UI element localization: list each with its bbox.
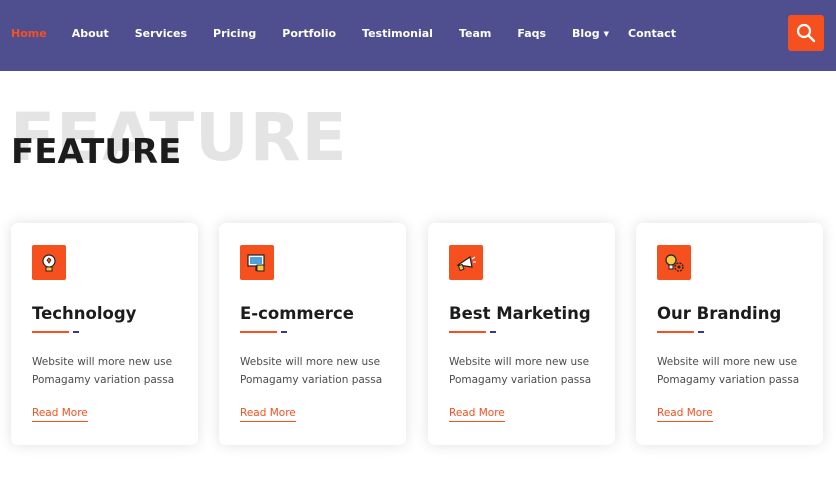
card-description-line: Website will more new use (32, 356, 173, 368)
nav-label: Team (458, 27, 492, 40)
card-description-line: Pomagamy variation passa (657, 374, 800, 386)
idea-bulb-icon (32, 245, 66, 280)
card-title: E-commerce (240, 304, 354, 323)
nav-label: Pricing (213, 27, 257, 40)
nav-label: Contact (628, 27, 676, 40)
title-underline-accent (698, 331, 704, 333)
chevron-down-icon: ▼ (603, 30, 610, 38)
title-underline-accent (490, 331, 496, 333)
nav-services[interactable]: Services (135, 27, 187, 41)
main-nav: Home About Services Pricing Portfolio Te… (11, 27, 676, 41)
ecommerce-screen-icon (240, 245, 274, 280)
card-description-line: Pomagamy variation passa (240, 374, 383, 386)
nav-pricing[interactable]: Pricing (213, 27, 256, 41)
top-navigation-bar: Home About Services Pricing Portfolio Te… (0, 0, 836, 71)
card-description: Website will more new use Pomagamy varia… (449, 353, 609, 389)
card-description-line: Pomagamy variation passa (449, 374, 592, 386)
card-description: Website will more new use Pomagamy varia… (240, 353, 400, 389)
nav-faqs[interactable]: Faqs (517, 27, 546, 41)
nav-label: Blog (572, 27, 600, 40)
card-description-line: Website will more new use (657, 356, 798, 368)
card-title: Best Marketing (449, 304, 591, 323)
feature-card-ecommerce: E-commerce Website will more new use Pom… (219, 223, 406, 445)
branding-gear-icon (657, 245, 691, 280)
card-description-line: Website will more new use (449, 356, 590, 368)
nav-label: Faqs (517, 27, 547, 40)
feature-card-our-branding: Our Branding Website will more new use P… (636, 223, 823, 445)
title-underline-accent (73, 331, 79, 333)
nav-portfolio[interactable]: Portfolio (282, 27, 336, 41)
card-title: Technology (32, 304, 137, 323)
card-description: Website will more new use Pomagamy varia… (32, 353, 192, 389)
title-underline (449, 331, 486, 333)
read-more-link[interactable]: Read More (449, 406, 505, 422)
card-title: Our Branding (657, 304, 782, 323)
card-description: Website will more new use Pomagamy varia… (657, 353, 817, 389)
nav-label: Services (134, 27, 188, 40)
read-more-link[interactable]: Read More (657, 406, 713, 422)
nav-testimonial[interactable]: Testimonial (362, 27, 433, 41)
nav-label: Portfolio (282, 27, 337, 40)
title-underline (240, 331, 277, 333)
nav-team[interactable]: Team (459, 27, 491, 41)
nav-home[interactable]: Home (11, 27, 47, 41)
title-underline-accent (281, 331, 287, 333)
card-description-line: Pomagamy variation passa (32, 374, 175, 386)
title-underline (657, 331, 694, 333)
card-description-line: Website will more new use (240, 356, 381, 368)
nav-blog[interactable]: Blog ▼ (572, 27, 609, 41)
nav-label: Home (11, 27, 47, 40)
search-icon (796, 23, 816, 43)
read-more-link[interactable]: Read More (240, 406, 296, 422)
title-underline (32, 331, 69, 333)
section-title: FEATURE (11, 132, 182, 172)
nav-label: Testimonial (362, 27, 433, 40)
search-button[interactable] (788, 15, 824, 51)
feature-card-best-marketing: Best Marketing Website will more new use… (428, 223, 615, 445)
feature-card-technology: Technology Website will more new use Pom… (11, 223, 198, 445)
nav-label: About (71, 27, 109, 40)
nav-about[interactable]: About (72, 27, 109, 41)
megaphone-icon (449, 245, 483, 280)
read-more-link[interactable]: Read More (32, 406, 88, 422)
nav-contact[interactable]: Contact (628, 27, 676, 41)
